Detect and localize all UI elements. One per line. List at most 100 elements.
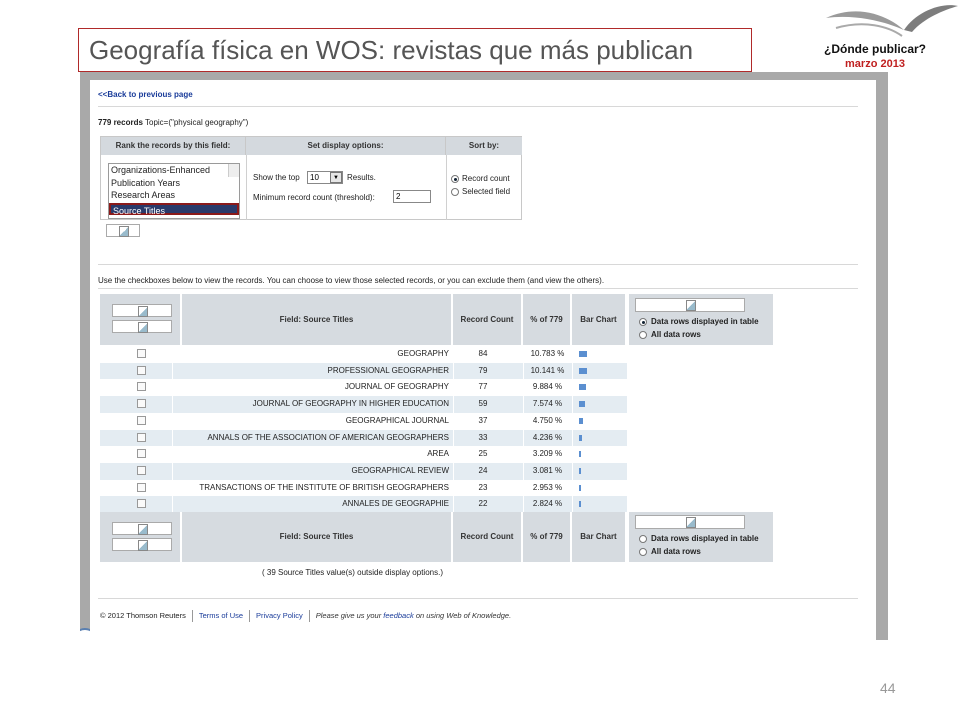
cell-divider bbox=[172, 496, 173, 513]
source-title: JOURNAL OF GEOGRAPHY bbox=[344, 382, 449, 392]
cell-divider bbox=[453, 346, 454, 363]
table-row: TRANSACTIONS OF THE INSTITUTE OF BRITISH… bbox=[100, 479, 627, 497]
cell-divider bbox=[172, 379, 173, 397]
cell-divider bbox=[572, 446, 573, 463]
sort-header: Sort by: bbox=[446, 137, 522, 155]
cell-divider bbox=[453, 379, 454, 397]
table-row: GEOGRAPHICAL REVIEW 24 3.081 % bbox=[100, 462, 627, 480]
source-title: TRANSACTIONS OF THE INSTITUTE OF BRITISH… bbox=[199, 482, 449, 492]
bar-chart-header: Bar Chart bbox=[572, 512, 627, 562]
row-checkbox[interactable] bbox=[137, 432, 146, 442]
save-data-button[interactable] bbox=[635, 515, 745, 529]
rank-option-source-titles[interactable]: Source Titles bbox=[109, 202, 239, 216]
analyze-results-page: <<Back to previous page 779 records Topi… bbox=[90, 80, 876, 640]
percent-value: 7.574 % bbox=[532, 399, 563, 409]
cell-divider bbox=[572, 479, 573, 497]
save-options-cell: Data rows displayed in table All data ro… bbox=[629, 512, 775, 562]
cell-divider bbox=[453, 429, 454, 447]
sort-record-count-radio[interactable] bbox=[451, 175, 459, 183]
terms-link[interactable]: Terms of Use bbox=[199, 611, 243, 620]
row-checkbox[interactable] bbox=[137, 465, 146, 475]
cell-divider bbox=[523, 362, 524, 380]
cell-divider bbox=[523, 379, 524, 397]
table-row: GEOGRAPHY 84 10.783 % bbox=[100, 346, 627, 363]
privacy-link[interactable]: Privacy Policy bbox=[256, 611, 303, 620]
cell-divider bbox=[453, 462, 454, 480]
bar-chart-bar bbox=[579, 451, 581, 458]
source-title: GEOGRAPHY bbox=[397, 349, 449, 358]
show-top-select[interactable]: 10 ▼ bbox=[307, 171, 343, 184]
table-row: ANNALS OF THE ASSOCIATION OF AMERICAN GE… bbox=[100, 429, 627, 447]
cell-divider bbox=[172, 446, 173, 463]
save-data-button[interactable] bbox=[635, 298, 745, 312]
record-count: 25 bbox=[478, 449, 488, 459]
show-top-label: Show the top bbox=[253, 173, 300, 182]
slide-title: Geografía física en WOS: revistas que má… bbox=[89, 35, 694, 65]
analyze-button[interactable] bbox=[106, 224, 140, 237]
table-row: JOURNAL OF GEOGRAPHY 77 9.884 % bbox=[100, 379, 627, 397]
rank-field-listbox[interactable]: Organizations-Enhanced Publication Years… bbox=[108, 163, 240, 219]
exclude-records-button[interactable] bbox=[112, 320, 172, 333]
cell-divider bbox=[572, 462, 573, 480]
cell-divider bbox=[572, 496, 573, 513]
percent-value: 10.141 % bbox=[530, 365, 565, 375]
source-title: PROFESSIONAL GEOGRAPHER bbox=[327, 365, 449, 375]
cell-divider bbox=[172, 479, 173, 497]
show-top-value: 10 bbox=[310, 173, 319, 182]
back-to-previous-link[interactable]: <<Back to previous page bbox=[98, 90, 193, 99]
records-count: 779 records bbox=[98, 118, 143, 127]
rank-option-research-areas[interactable]: Research Areas bbox=[109, 189, 239, 202]
data-rows-radio[interactable] bbox=[639, 535, 647, 543]
row-checkbox[interactable] bbox=[137, 349, 146, 358]
percent-value: 3.081 % bbox=[532, 465, 563, 475]
outside-display-note: ( 39 Source Titles value(s) outside disp… bbox=[262, 568, 443, 577]
row-checkbox[interactable] bbox=[137, 365, 146, 375]
cell-divider bbox=[572, 346, 573, 363]
cell-divider bbox=[523, 496, 524, 513]
sort-selected-field-radio[interactable] bbox=[451, 188, 459, 196]
row-checkbox[interactable] bbox=[137, 399, 146, 409]
cell-divider bbox=[172, 429, 173, 447]
table-row: ANNALES DE GEOGRAPHIE 22 2.824 % bbox=[100, 496, 627, 513]
view-records-button[interactable] bbox=[112, 304, 172, 317]
row-checkbox[interactable] bbox=[137, 415, 146, 425]
bar-chart-bar bbox=[579, 484, 581, 491]
all-rows-radio[interactable] bbox=[639, 331, 647, 339]
row-checkbox[interactable] bbox=[137, 482, 146, 492]
cell-divider bbox=[523, 396, 524, 413]
view-records-button[interactable] bbox=[112, 522, 172, 535]
cell-divider bbox=[572, 396, 573, 413]
results-label: Results. bbox=[347, 173, 376, 182]
bar-chart-bar bbox=[579, 351, 587, 357]
table-row: PROFESSIONAL GEOGRAPHER 79 10.141 % bbox=[100, 362, 627, 380]
row-checkbox[interactable] bbox=[137, 499, 146, 509]
listbox-scrollbar[interactable] bbox=[228, 164, 239, 177]
cell-divider bbox=[172, 362, 173, 380]
table-row: GEOGRAPHICAL JOURNAL 37 4.750 % bbox=[100, 412, 627, 430]
divider bbox=[246, 155, 247, 220]
source-title: GEOGRAPHICAL REVIEW bbox=[351, 465, 450, 475]
percent-header: % of 779 bbox=[523, 294, 572, 345]
min-count-input[interactable]: 2 bbox=[393, 190, 431, 203]
bar-chart-bar bbox=[579, 434, 582, 441]
rank-option-organizations[interactable]: Organizations-Enhanced bbox=[109, 164, 239, 177]
data-rows-radio[interactable] bbox=[639, 318, 647, 326]
brand-question: ¿Dónde publicar? bbox=[824, 42, 926, 56]
page-number: 44 bbox=[880, 680, 896, 696]
divider bbox=[98, 264, 858, 265]
analysis-options-panel: Rank the records by this field: Set disp… bbox=[100, 136, 522, 220]
data-rows-label: Data rows displayed in table bbox=[651, 317, 759, 326]
row-checkbox[interactable] bbox=[137, 382, 146, 392]
cell-divider bbox=[523, 346, 524, 363]
cell-divider bbox=[172, 462, 173, 480]
exclude-records-button[interactable] bbox=[112, 538, 172, 551]
rank-option-publication-years[interactable]: Publication Years bbox=[109, 177, 239, 190]
feedback-link[interactable]: feedback bbox=[383, 611, 413, 620]
bar-chart-bar bbox=[579, 367, 587, 374]
record-count: 37 bbox=[478, 415, 488, 425]
record-count: 22 bbox=[478, 499, 488, 509]
all-rows-radio[interactable] bbox=[639, 548, 647, 556]
min-count-label: Minimum record count (threshold): bbox=[253, 193, 375, 202]
cell-divider bbox=[453, 496, 454, 513]
row-checkbox[interactable] bbox=[137, 449, 146, 459]
